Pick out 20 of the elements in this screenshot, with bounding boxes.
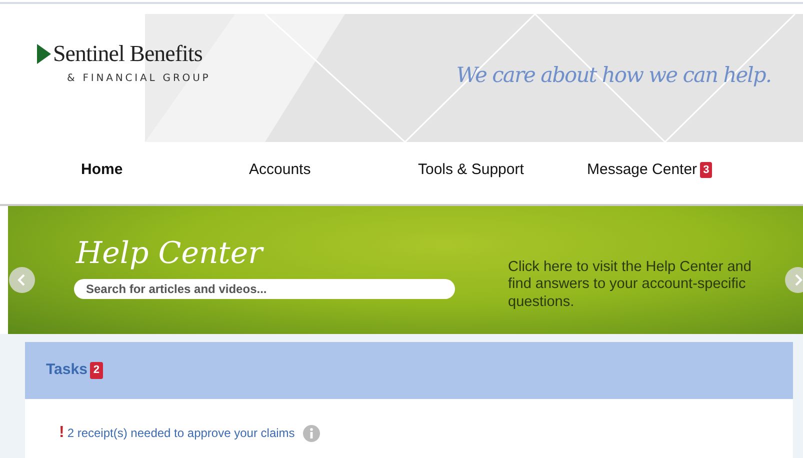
chevron-left-icon — [17, 274, 27, 286]
help-center-title: Help Center — [76, 239, 265, 269]
count-badge: 3 — [700, 162, 712, 178]
logo-arrow-icon — [37, 44, 51, 64]
task-link[interactable]: 2 receipt(s) needed to approve your claims — [67, 424, 295, 442]
alert-mark: ! — [59, 423, 64, 443]
count-badge: 2 — [90, 362, 103, 379]
nav-tab[interactable]: Home — [81, 158, 123, 182]
search-field[interactable]: Search for articles and videos... — [74, 279, 455, 299]
nav-tab[interactable]: Message Center — [587, 158, 698, 182]
nav-tab[interactable]: Tools & Support — [418, 158, 524, 182]
logo-subtitle: & FINANCIAL GROUP — [67, 72, 211, 86]
logo-name: Sentinel Benefits — [53, 41, 202, 66]
chevron-right-icon — [793, 274, 803, 286]
info-icon[interactable] — [302, 424, 320, 442]
tasks-title: Tasks — [46, 360, 88, 380]
help-center-description[interactable]: Click here to visit the Help Center and find answers to your account-specific questions. — [508, 259, 770, 311]
nav-tab[interactable]: Accounts — [249, 158, 311, 182]
tagline: We care about how we can help. — [456, 62, 771, 89]
previous-button[interactable] — [9, 267, 35, 293]
